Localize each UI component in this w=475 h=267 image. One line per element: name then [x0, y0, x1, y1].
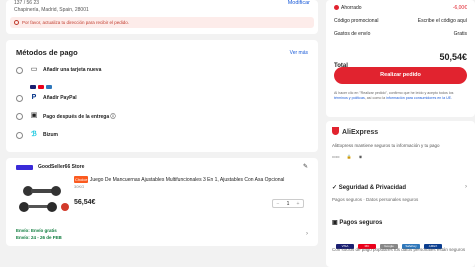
product-thumbnail[interactable] — [16, 177, 71, 217]
payment-option-label: Pago después de la entrega ⓘ — [43, 114, 116, 120]
shipping-label: Gastos de envío — [334, 31, 371, 37]
shipping-row: Gastos de envío Gratis — [334, 31, 467, 39]
promo-row[interactable]: Código promocional Escribe el código aqu… — [334, 18, 467, 26]
order-summary: Ahorrado -6,00€ Código promocional Escri… — [326, 0, 475, 117]
radio-button[interactable] — [16, 95, 23, 102]
bizum-icon: ℬ — [31, 131, 37, 138]
quantity-stepper[interactable]: − 1 + — [272, 199, 304, 208]
product-price: 56,54€ — [74, 199, 96, 206]
promo-label: Código promocional — [334, 18, 379, 24]
savings-icon — [334, 5, 339, 10]
aliexpress-brand: AliExpress — [332, 127, 378, 136]
security-title: Seguridad & Privacidad — [338, 185, 407, 191]
savings-label: Ahorrado — [341, 5, 362, 11]
payment-option-label: Añadir una tarjeta nueva — [43, 67, 102, 73]
total-value: 50,54€ — [439, 52, 467, 62]
choice-tag: Choice — [74, 176, 89, 183]
radio-button[interactable] — [16, 67, 23, 74]
payments-subtitle: Con socios de pago populares tus datos p… — [332, 247, 466, 252]
payments-title-row: ▣ Pagos seguros — [332, 219, 382, 226]
address-line1: 137 / 56 23 — [14, 0, 40, 6]
check-icon: ✓ — [332, 185, 339, 191]
mastercard-logo — [38, 85, 44, 89]
trust-icons: ▭▭ 🔒 ◉ — [332, 154, 368, 159]
radio-button[interactable] — [16, 113, 23, 120]
product-title[interactable]: Choice Juego De Mancuernas Ajustables Mu… — [74, 176, 314, 184]
trust-subtitle: AliExpress mantiene seguros tu informaci… — [332, 143, 440, 148]
address-line2: Chapinería, Madrid, Spain, 28001 — [14, 7, 89, 13]
place-order-button[interactable]: Realizar pedido — [334, 67, 467, 84]
payment-methods-card: Métodos de pago Ver más ▭ Añadir una tar… — [6, 40, 318, 152]
decrement-button[interactable]: − — [275, 200, 281, 208]
address-warning: Por favor, actualiza tu dirección para r… — [10, 17, 314, 28]
payment-option-label: Bizum — [43, 132, 58, 138]
shipping-date: Envío: 24 - 26 de FEB — [16, 235, 62, 240]
modify-address-link[interactable]: Modificar — [288, 0, 310, 6]
card-icon: ▭ — [30, 66, 38, 73]
lock-icon: 🔒 — [346, 154, 352, 159]
payment-option-card[interactable]: ▭ Añadir una tarjeta nueva — [16, 64, 306, 89]
card-icon: ▭▭ — [332, 154, 340, 159]
legal-text-start: Al hacer clic en "Realizar pedido", conf… — [334, 91, 454, 95]
security-subtitle: Pagos seguros · Datos personales seguros — [332, 197, 419, 202]
visa-logo — [30, 85, 36, 89]
brand-name: AliExpress — [342, 129, 379, 136]
delivery-icon: ◉ — [358, 154, 363, 159]
store-name[interactable]: GoodSeller66 Store — [38, 164, 84, 170]
payment-option-label: Añadir PayPal — [43, 95, 77, 101]
view-more-link[interactable]: Ver más — [290, 50, 308, 56]
quantity-value: 1 — [286, 201, 290, 207]
payments-title: Pagos seguros — [339, 220, 383, 226]
cash-icon: ▣ — [30, 112, 38, 119]
radio-button[interactable] — [16, 132, 23, 139]
eu-info-link[interactable]: información para consumidores en la UE. — [386, 96, 452, 100]
savings-value: -6,00€ — [452, 5, 467, 11]
payment-option-bizum[interactable]: ℬ Bizum — [16, 129, 306, 145]
legal-text-mid: , así como la — [364, 96, 387, 101]
shield-icon — [332, 127, 339, 135]
warning-text: Por favor, actualiza tu dirección para r… — [22, 20, 130, 25]
savings-row: Ahorrado -6,00€ — [334, 5, 467, 13]
increment-button[interactable]: + — [295, 200, 301, 208]
trust-panel: AliExpress AliExpress mantiene seguros t… — [326, 121, 475, 267]
terms-link[interactable]: términos y políticas — [334, 96, 365, 100]
legal-text: Al hacer clic en "Realizar pedido", conf… — [334, 91, 467, 101]
address-card: 137 / 56 23 Chapinería, Madrid, Spain, 2… — [6, 0, 318, 34]
shipping-value: Gratis — [453, 31, 467, 37]
product-variant: 30KG — [74, 184, 85, 189]
product-title-text: Juego De Mancuernas Ajustables Multifunc… — [89, 177, 285, 183]
card-brand-logos — [30, 76, 54, 89]
edit-icon[interactable]: ✎ — [303, 163, 308, 170]
warning-icon — [14, 20, 19, 25]
payment-option-paypal[interactable]: P Añadir PayPal — [16, 92, 306, 108]
chevron-right-icon[interactable]: › — [306, 231, 308, 237]
paypal-icon: P — [31, 94, 37, 101]
payment-title: Métodos de pago — [16, 48, 78, 57]
store-card: GoodSeller66 Store ✎ Choice Juego De Man… — [6, 158, 318, 246]
store-badge — [16, 165, 33, 170]
chevron-right-icon[interactable]: › — [465, 184, 467, 190]
shipping-cost: Envío: Envío gratis — [16, 228, 57, 233]
amex-logo — [46, 85, 52, 89]
security-title-row[interactable]: ✓ Seguridad & Privacidad — [332, 184, 406, 191]
promo-input[interactable]: Escribe el código aquí — [418, 18, 467, 24]
payment-option-cod[interactable]: ▣ Pago después de la entrega ⓘ — [16, 110, 306, 126]
